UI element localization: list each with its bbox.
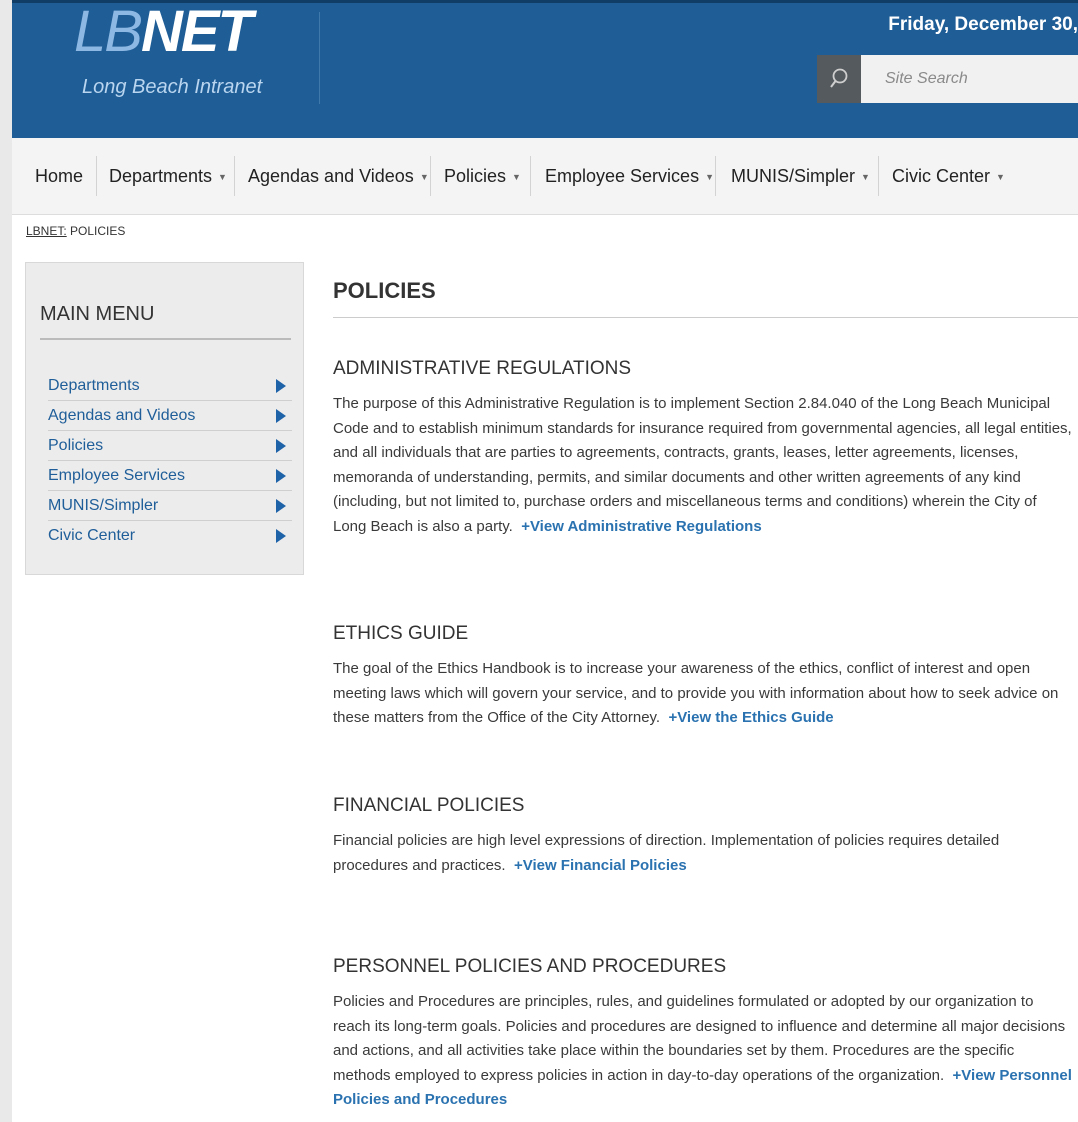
nav-label: Home bbox=[35, 165, 84, 186]
nav-label: MUNIS/Simpler bbox=[731, 165, 856, 186]
sidebar-item-agendas-videos[interactable]: Agendas and Videos bbox=[48, 401, 292, 431]
breadcrumb-current: POLICIES bbox=[70, 224, 126, 238]
section-personnel-policies: PERSONNEL POLICIES AND PROCEDURES Polici… bbox=[333, 956, 1073, 1113]
view-administrative-regulations-link[interactable]: +View Administrative Regulations bbox=[521, 518, 761, 535]
section-heading: PERSONNEL POLICIES AND PROCEDURES bbox=[333, 956, 727, 977]
section-ethics-guide: ETHICS GUIDE The goal of the Ethics Hand… bbox=[333, 623, 1073, 731]
nav-home[interactable]: Home bbox=[35, 156, 83, 196]
view-financial-policies-link[interactable]: +View Financial Policies bbox=[514, 857, 687, 874]
nav-label: Departments bbox=[109, 165, 213, 186]
nav-label: Civic Center bbox=[892, 165, 991, 186]
chevron-down-icon: ▼ bbox=[861, 172, 870, 182]
nav-departments[interactable]: Departments ▼ bbox=[109, 156, 227, 196]
nav-label: Policies bbox=[444, 165, 507, 186]
section-body: The goal of the Ethics Handbook is to in… bbox=[333, 657, 1073, 731]
section-administrative-regulations: ADMINISTRATIVE REGULATIONS The purpose o… bbox=[333, 358, 1073, 539]
triangle-right-icon bbox=[276, 438, 286, 453]
chevron-down-icon: ▼ bbox=[705, 172, 714, 182]
logo-subtitle: Long Beach Intranet bbox=[82, 76, 263, 98]
sidebar-item-departments[interactable]: Departments bbox=[48, 371, 292, 401]
triangle-right-icon bbox=[276, 498, 286, 513]
view-ethics-guide-link[interactable]: +View the Ethics Guide bbox=[668, 709, 833, 726]
sidebar-item-civic-center[interactable]: Civic Center bbox=[48, 521, 292, 550]
header-divider bbox=[319, 12, 320, 104]
main-nav: Home Departments ▼ Agendas and Videos ▼ Po… bbox=[12, 138, 1078, 215]
left-page-rail bbox=[0, 0, 12, 1122]
chevron-down-icon: ▼ bbox=[512, 172, 521, 182]
section-body: The purpose of this Administrative Regul… bbox=[333, 392, 1073, 539]
search-icon bbox=[830, 68, 848, 88]
section-text: The purpose of this Administrative Regul… bbox=[333, 395, 1072, 535]
nav-divider bbox=[715, 156, 716, 196]
nav-policies[interactable]: Policies ▼ bbox=[444, 156, 521, 196]
section-body: Policies and Procedures are principles, … bbox=[333, 990, 1073, 1113]
nav-munis-simpler[interactable]: MUNIS/Simpler ▼ bbox=[731, 156, 870, 196]
triangle-right-icon bbox=[276, 408, 286, 423]
nav-label: Agendas and Videos bbox=[248, 165, 414, 186]
logo-wordmark: LBNET bbox=[74, 0, 253, 64]
main-menu-title: MAIN MENU bbox=[40, 303, 155, 325]
triangle-right-icon bbox=[276, 468, 286, 483]
nav-divider bbox=[530, 156, 531, 196]
sidebar-item-label: Civic Center bbox=[48, 526, 136, 544]
nav-agendas-videos[interactable]: Agendas and Videos ▼ bbox=[248, 156, 429, 196]
section-body: Financial policies are high level expres… bbox=[333, 829, 1073, 878]
main-menu-divider bbox=[40, 338, 291, 340]
chevron-down-icon: ▼ bbox=[218, 172, 227, 182]
section-heading: ADMINISTRATIVE REGULATIONS bbox=[333, 358, 632, 379]
sidebar-item-label: Agendas and Videos bbox=[48, 406, 196, 424]
sidebar-item-label: Policies bbox=[48, 436, 104, 454]
current-date: Friday, December 30, bbox=[888, 14, 1078, 35]
title-divider bbox=[333, 317, 1078, 318]
breadcrumb-root-link[interactable]: LBNET: bbox=[26, 224, 67, 238]
logo-net-text: NET bbox=[140, 0, 253, 64]
main-menu-sidebar: MAIN MENU Departments Agendas and Videos… bbox=[25, 262, 304, 575]
nav-civic-center[interactable]: Civic Center ▼ bbox=[892, 156, 1005, 196]
section-heading: FINANCIAL POLICIES bbox=[333, 795, 525, 816]
chevron-down-icon: ▼ bbox=[996, 172, 1005, 182]
sidebar-item-label: Departments bbox=[48, 376, 140, 394]
sidebar-item-label: MUNIS/Simpler bbox=[48, 496, 159, 514]
triangle-right-icon bbox=[276, 378, 286, 393]
page-title: POLICIES bbox=[333, 278, 436, 303]
section-heading: ETHICS GUIDE bbox=[333, 623, 469, 644]
nav-divider bbox=[430, 156, 431, 196]
nav-divider bbox=[234, 156, 235, 196]
section-financial-policies: FINANCIAL POLICIES Financial policies ar… bbox=[333, 795, 1073, 878]
sidebar-item-employee-services[interactable]: Employee Services bbox=[48, 461, 292, 491]
site-search-input[interactable] bbox=[861, 55, 1078, 103]
sidebar-item-label: Employee Services bbox=[48, 466, 185, 484]
site-header: LBNET Long Beach Intranet Friday, Decemb… bbox=[12, 0, 1078, 138]
search-button[interactable] bbox=[817, 55, 861, 103]
logo-lb-text: LB bbox=[74, 0, 143, 64]
sidebar-item-policies[interactable]: Policies bbox=[48, 431, 292, 461]
nav-label: Employee Services bbox=[545, 165, 700, 186]
nav-employee-services[interactable]: Employee Services ▼ bbox=[545, 156, 714, 196]
breadcrumb: LBNET: POLICIES bbox=[26, 224, 125, 238]
nav-divider bbox=[96, 156, 97, 196]
chevron-down-icon: ▼ bbox=[419, 172, 429, 182]
sidebar-item-munis-simpler[interactable]: MUNIS/Simpler bbox=[48, 491, 292, 521]
main-menu-list: Departments Agendas and Videos Policies … bbox=[48, 371, 292, 550]
triangle-right-icon bbox=[276, 528, 286, 543]
nav-divider bbox=[878, 156, 879, 196]
